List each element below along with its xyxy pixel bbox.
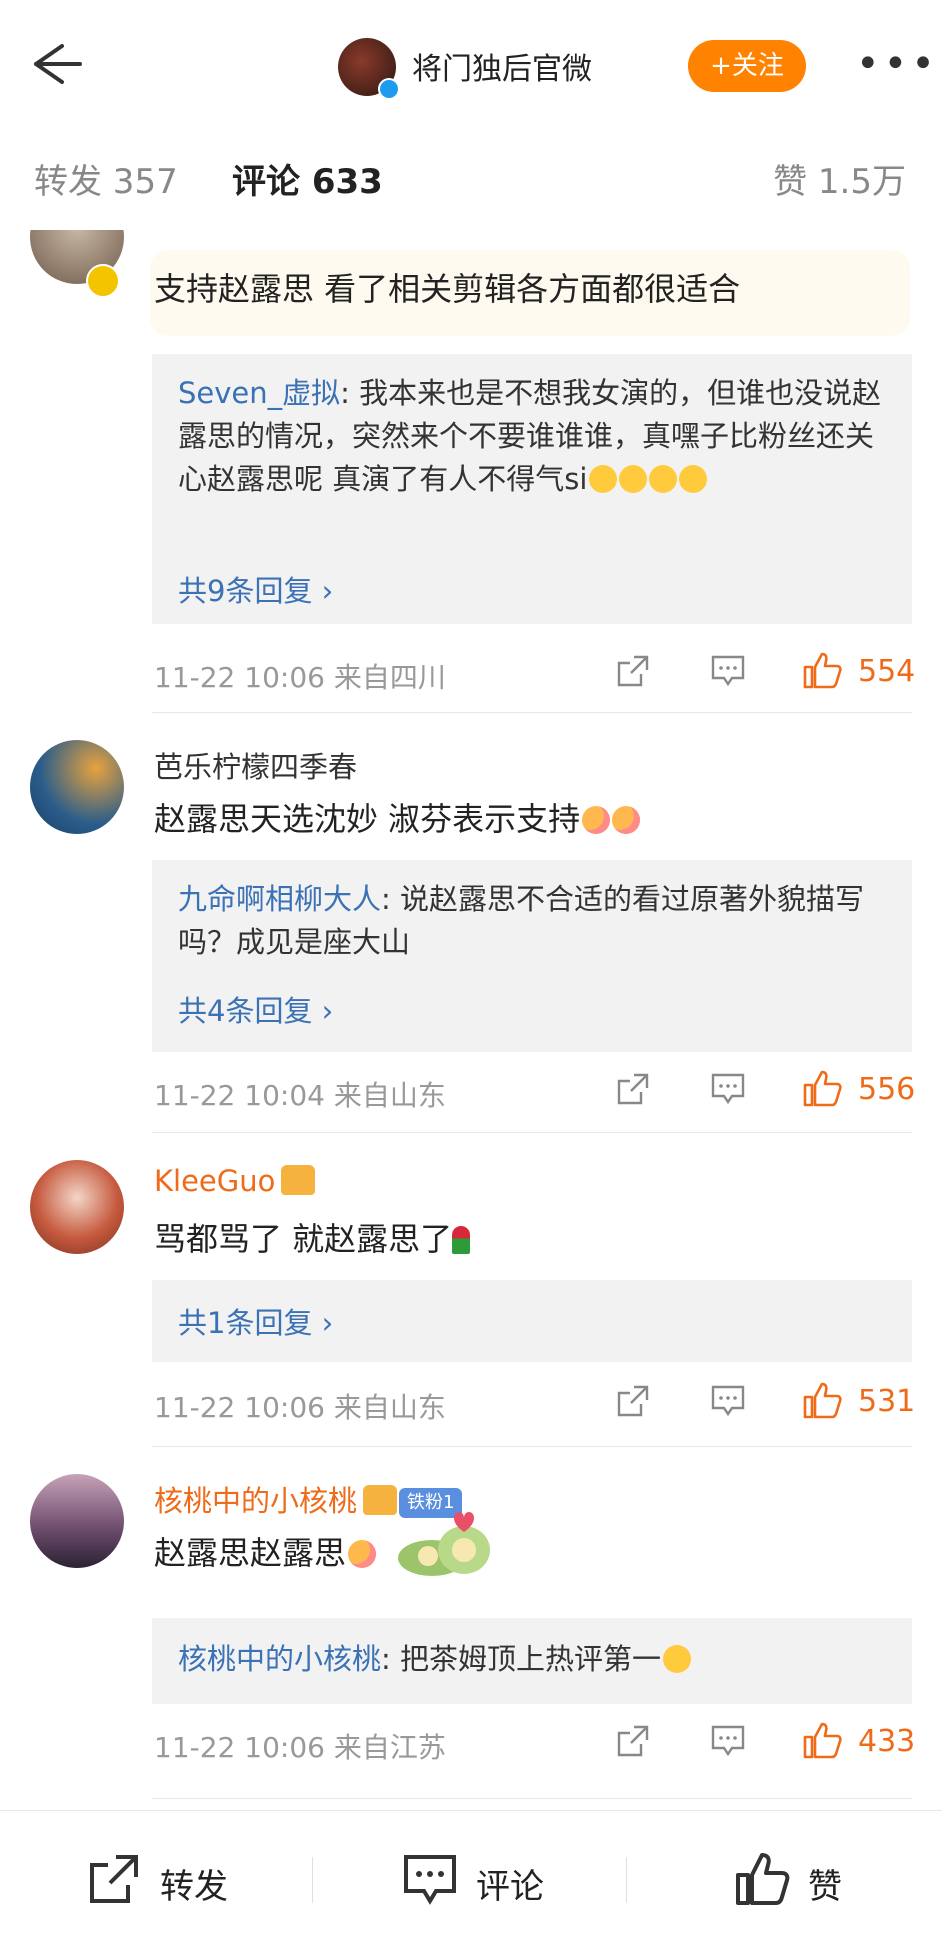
reply-content: 核桃中的小核桃: 把茶姆顶上热评第一 bbox=[178, 1638, 888, 1681]
comment-list[interactable]: 支持赵露思 看了相关剪辑各方面都很适合 Seven_虚拟: 我本来也是不想我女演… bbox=[0, 230, 942, 1800]
comment-icon bbox=[404, 1855, 456, 1905]
sticker-icon bbox=[398, 1512, 490, 1576]
like-count: 531 bbox=[858, 1384, 916, 1419]
user-name: KleeGuo bbox=[154, 1164, 316, 1198]
tab-forwards[interactable]: 转发 357 bbox=[34, 154, 178, 203]
tab-comments[interactable]: 评论 633 bbox=[232, 154, 383, 203]
comment-icon[interactable] bbox=[710, 654, 746, 688]
emoji-icon bbox=[589, 465, 618, 493]
emoji-icon bbox=[612, 806, 641, 834]
comment-label: 评论 bbox=[476, 1867, 544, 1907]
forward-icon bbox=[90, 1855, 138, 1903]
comment-meta: 11-22 10:04 来自山东 bbox=[154, 1079, 446, 1112]
like-button[interactable]: 赞 bbox=[734, 1851, 874, 1907]
comment-icon[interactable] bbox=[710, 1384, 746, 1418]
view-replies-link[interactable]: 共9条回复 › bbox=[178, 568, 333, 610]
share-icon[interactable] bbox=[616, 654, 650, 688]
like-icon[interactable] bbox=[802, 1720, 842, 1760]
comment-meta: 11-22 10:06 来自四川 bbox=[154, 661, 446, 694]
share-icon[interactable] bbox=[616, 1072, 650, 1106]
emoji-icon bbox=[619, 465, 648, 493]
thumbs-up-icon bbox=[736, 1853, 790, 1905]
more-options-icon[interactable]: ••• bbox=[856, 44, 939, 84]
user-avatar[interactable] bbox=[30, 1160, 124, 1254]
share-icon[interactable] bbox=[616, 1384, 650, 1418]
comment-text: 支持赵露思 看了相关剪辑各方面都很适合 bbox=[154, 270, 741, 308]
comment-text: 支持赵露思 看了相关剪辑各方面都很适合 bbox=[154, 264, 740, 310]
view-replies-link[interactable]: 共4条回复 › bbox=[178, 988, 333, 1030]
comment-icon[interactable] bbox=[710, 1724, 746, 1758]
crown-icon bbox=[281, 1165, 316, 1195]
emoji-icon bbox=[348, 1540, 377, 1568]
verified-badge-icon bbox=[86, 264, 120, 298]
reply-author[interactable]: 核桃中的小核桃 bbox=[178, 1642, 381, 1676]
comment-text: 骂都骂了 就赵露思了 bbox=[154, 1214, 471, 1260]
share-icon[interactable] bbox=[616, 1724, 650, 1758]
emoji-icon bbox=[663, 1645, 692, 1673]
reply-content: Seven_虚拟: 我本来也是不想我女演的，但谁也没说赵露思的情况，突然来个不要… bbox=[178, 372, 888, 501]
comment-text: 赵露思天选沈妙 淑芬表示支持 bbox=[154, 800, 581, 838]
account-name[interactable]: 将门独后官微 bbox=[412, 44, 592, 88]
comment-item: 芭乐柠檬四季春 赵露思天选沈妙 淑芬表示支持 九命啊相柳大人: 说赵露思不合适的… bbox=[0, 712, 942, 1133]
post-tabs: 转发 357 评论 633 赞 1.5万 bbox=[0, 122, 942, 230]
follow-button[interactable]: +关注 bbox=[688, 40, 806, 92]
forward-label: 转发 bbox=[160, 1867, 228, 1907]
reply-author[interactable]: 九命啊相柳大人 bbox=[178, 882, 381, 916]
view-replies-link[interactable]: 共1条回复 › bbox=[178, 1300, 333, 1342]
user-name[interactable]: 核桃中的小核桃 bbox=[154, 1484, 357, 1518]
rose-icon bbox=[452, 1226, 471, 1254]
reply-preview[interactable]: Seven_虚拟: 我本来也是不想我女演的，但谁也没说赵露思的情况，突然来个不要… bbox=[152, 354, 912, 624]
back-arrow-icon[interactable] bbox=[22, 40, 82, 88]
comment-item: 核桃中的小核桃 铁粉1 赵露思赵露思 核桃中的小核桃: 把茶姆顶上热评第一 11-… bbox=[0, 1446, 942, 1800]
comment-text: 赵露思天选沈妙 淑芬表示支持 bbox=[154, 794, 641, 840]
user-avatar[interactable] bbox=[30, 1474, 124, 1568]
tab-likes[interactable]: 赞 1.5万 bbox=[773, 154, 906, 203]
like-icon[interactable] bbox=[802, 1068, 842, 1108]
like-count: 433 bbox=[858, 1724, 916, 1759]
emoji-icon bbox=[582, 806, 611, 834]
comment-item: KleeGuo 骂都骂了 就赵露思了 共1条回复 › 11-22 10:06 来… bbox=[0, 1132, 942, 1447]
emoji-icon bbox=[649, 465, 678, 493]
comment-icon[interactable] bbox=[710, 1072, 746, 1106]
divider bbox=[312, 1857, 313, 1903]
reply-preview[interactable]: 核桃中的小核桃: 把茶姆顶上热评第一 bbox=[152, 1618, 912, 1704]
reply-preview[interactable]: 共1条回复 › bbox=[152, 1280, 912, 1362]
divider bbox=[152, 1798, 912, 1799]
comment-meta: 11-22 10:06 来自山东 bbox=[154, 1391, 446, 1424]
user-avatar[interactable] bbox=[30, 740, 124, 834]
reply-author[interactable]: Seven_虚拟 bbox=[178, 376, 340, 410]
comment-text: 赵露思赵露思 bbox=[154, 1528, 377, 1574]
comment-text: 赵露思赵露思 bbox=[154, 1534, 347, 1572]
forward-button[interactable]: 转发 bbox=[86, 1851, 246, 1907]
comment-meta: 11-22 10:06 来自江苏 bbox=[154, 1731, 446, 1764]
divider bbox=[626, 1857, 627, 1903]
emoji-icon bbox=[679, 465, 708, 493]
reply-preview[interactable]: 九命啊相柳大人: 说赵露思不合适的看过原著外貌描写吗？成见是座大山 共4条回复 … bbox=[152, 860, 912, 1052]
like-icon[interactable] bbox=[802, 650, 842, 690]
comment-button[interactable]: 评论 bbox=[402, 1851, 562, 1907]
bottom-action-bar: 转发 评论 赞 bbox=[0, 1810, 942, 1959]
like-icon[interactable] bbox=[802, 1380, 842, 1420]
reply-text: : 把茶姆顶上热评第一 bbox=[381, 1642, 662, 1676]
comment-text: 骂都骂了 就赵露思了 bbox=[154, 1220, 453, 1258]
like-count: 554 bbox=[858, 654, 916, 689]
like-count: 556 bbox=[858, 1072, 916, 1107]
user-name[interactable]: 芭乐柠檬四季春 bbox=[154, 744, 357, 786]
comment-item: 支持赵露思 看了相关剪辑各方面都很适合 Seven_虚拟: 我本来也是不想我女演… bbox=[0, 230, 942, 713]
top-bar: 将门独后官微 +关注 ••• bbox=[0, 0, 942, 123]
verified-badge-icon bbox=[378, 78, 400, 100]
like-label: 赞 bbox=[808, 1867, 842, 1907]
user-name[interactable]: KleeGuo bbox=[154, 1164, 275, 1198]
reply-content: 九命啊相柳大人: 说赵露思不合适的看过原著外貌描写吗？成见是座大山 bbox=[178, 878, 888, 964]
